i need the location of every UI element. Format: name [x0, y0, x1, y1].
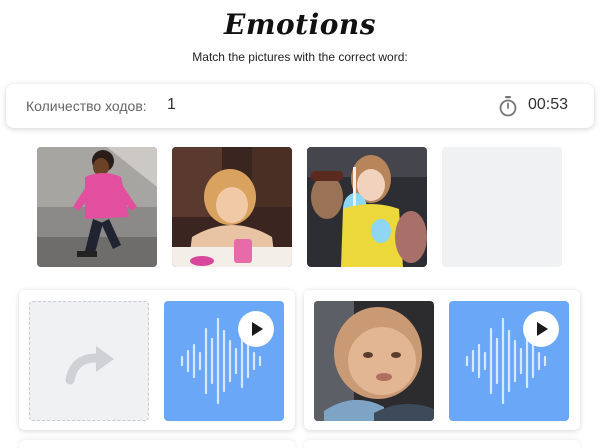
moves-label: Количество ходов:	[26, 98, 147, 114]
match-card-1	[19, 290, 295, 430]
empty-photo-slot[interactable]	[442, 147, 562, 267]
page-title: Emotions	[223, 8, 376, 41]
photo-crying-girl[interactable]	[172, 147, 292, 267]
play-button[interactable]	[523, 311, 559, 347]
match-card-3	[19, 440, 295, 448]
page-subtitle: Match the pictures with the correct word…	[192, 50, 408, 64]
redo-arrow-icon	[65, 346, 114, 385]
photo-girl-pink-jacket[interactable]	[37, 147, 157, 267]
audio-clip-2[interactable]	[449, 301, 569, 421]
photo-baby-face[interactable]	[314, 301, 434, 421]
picture-drop-slot[interactable]	[29, 301, 149, 421]
photo-girl-cotton-candy[interactable]	[307, 147, 427, 267]
audio-clip-1[interactable]	[164, 301, 284, 421]
stopwatch-icon	[498, 95, 518, 117]
status-bar: Количество ходов: 1 00:53	[6, 84, 594, 128]
match-card-4	[304, 440, 580, 448]
timer-value: 00:53	[528, 96, 569, 113]
play-button[interactable]	[238, 311, 274, 347]
match-card-2	[304, 290, 580, 430]
play-icon	[252, 322, 263, 336]
play-icon	[537, 322, 548, 336]
moves-count: 1	[167, 96, 176, 113]
